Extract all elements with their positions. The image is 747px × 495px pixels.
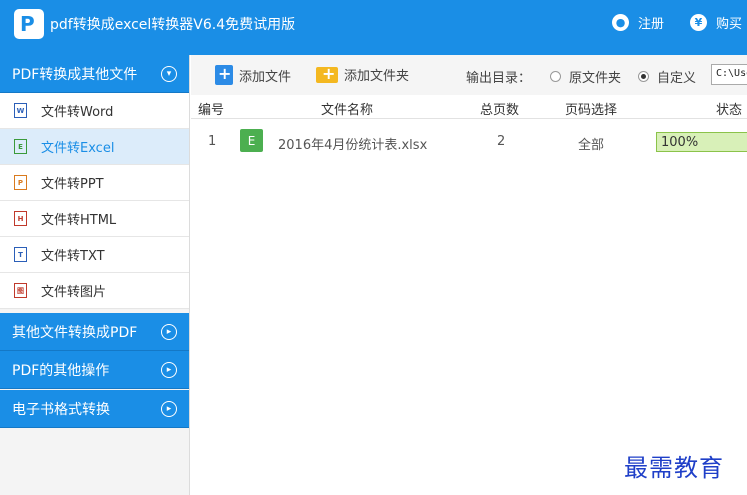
image-file-icon: 图 [14,283,27,298]
sidebar-item-label: 文件转HTML [41,213,117,228]
sidebar-category-pdf-to-other[interactable]: PDF转换成其他文件 ▾ [0,55,189,93]
sidebar-item-ppt[interactable]: P 文件转PPT [0,165,189,201]
radio-selected-icon [638,71,649,82]
sidebar-item-word[interactable]: W 文件转Word [0,93,189,129]
sidebar-item-txt[interactable]: T 文件转TXT [0,237,189,273]
sidebar-item-image[interactable]: 图 文件转图片 [0,273,189,309]
category-label: 其他文件转换成PDF [12,324,138,341]
output-dir-label: 输出目录： [466,71,532,86]
radio-label: 原文件夹 [569,71,622,86]
category-label: 电子书格式转换 [12,401,110,418]
yen-icon: ¥ [690,13,707,31]
add-folder-icon [316,64,338,83]
watermark: 最需教育 [624,454,724,482]
add-folder-label: 添加文件夹 [344,69,410,84]
category-label: PDF的其他操作 [12,362,110,379]
chevron-down-icon: ▾ [161,66,177,82]
sidebar-item-label: 文件转图片 [41,285,107,300]
row-pages: 2 [497,134,506,149]
sidebar-item-label: 文件转Excel [41,141,115,156]
progress-bar: 100% [656,132,747,152]
file-table-header: 编号 文件名称 总页数 页码选择 状态 [191,95,747,119]
sidebar-category-other-to-pdf[interactable]: 其他文件转换成PDF ▸ [0,313,189,351]
sidebar-item-html[interactable]: H 文件转HTML [0,201,189,237]
toolbar: 添加文件 添加文件夹 输出目录： 原文件夹 自定义 C:\Use [191,55,747,95]
excel-file-icon: E [14,139,27,154]
register-label: 注册 [638,16,665,32]
row-file-name: 2016年4月份统计表.xlsx [278,138,428,153]
add-file-label: 添加文件 [239,69,292,85]
txt-file-icon: T [14,247,27,262]
title-bar: P pdf转换成excel转换器V6.4免费试用版 ● 注册 ¥ 购买 [0,0,747,55]
sidebar-item-label: 文件转PPT [41,177,104,192]
app-title: pdf转换成excel转换器V6.4免费试用版 [50,17,296,33]
radio-circle-icon [550,71,561,82]
chevron-right-icon: ▸ [161,401,177,417]
progress-text: 100% [661,135,699,150]
ppt-file-icon: P [14,175,27,190]
add-file-icon [215,64,233,85]
buy-button[interactable]: ¥ 购买 [690,11,742,33]
radio-custom[interactable]: 自定义 [638,67,696,86]
pdf-logo-icon: P [14,9,44,39]
buy-label: 购买 [716,16,743,32]
radio-label: 自定义 [657,71,697,86]
register-button[interactable]: ● 注册 [612,11,664,33]
output-path-input[interactable]: C:\Use [711,64,747,85]
html-file-icon: H [14,211,27,226]
sidebar-item-label: 文件转Word [41,105,114,120]
excel-file-icon: E [240,129,263,152]
radio-original-folder[interactable]: 原文件夹 [550,67,621,86]
row-num: 1 [208,134,217,149]
add-file-button[interactable]: 添加文件 [215,64,292,85]
col-num: 编号 [198,103,225,118]
col-pages: 总页数 [480,103,520,118]
user-icon: ● [612,13,629,31]
sidebar-category-ebook[interactable]: 电子书格式转换 ▸ [0,390,189,428]
add-folder-button[interactable]: 添加文件夹 [316,64,410,84]
col-range: 页码选择 [565,103,618,118]
col-name: 文件名称 [321,103,374,118]
row-page-range[interactable]: 全部 [578,134,604,153]
sidebar-item-excel[interactable]: E 文件转Excel [0,129,189,165]
col-status: 状态 [716,103,743,118]
word-file-icon: W [14,103,27,118]
chevron-right-icon: ▸ [161,324,177,340]
sidebar-item-label: 文件转TXT [41,249,105,264]
chevron-right-icon: ▸ [161,362,177,378]
sidebar-category-pdf-ops[interactable]: PDF的其他操作 ▸ [0,351,189,389]
sidebar: PDF转换成其他文件 ▾ W 文件转Word E 文件转Excel P 文件转P… [0,55,190,495]
table-row[interactable]: 1 E 2016年4月份统计表.xlsx 2 全部 100% [191,124,747,160]
category-label: PDF转换成其他文件 [12,66,138,83]
